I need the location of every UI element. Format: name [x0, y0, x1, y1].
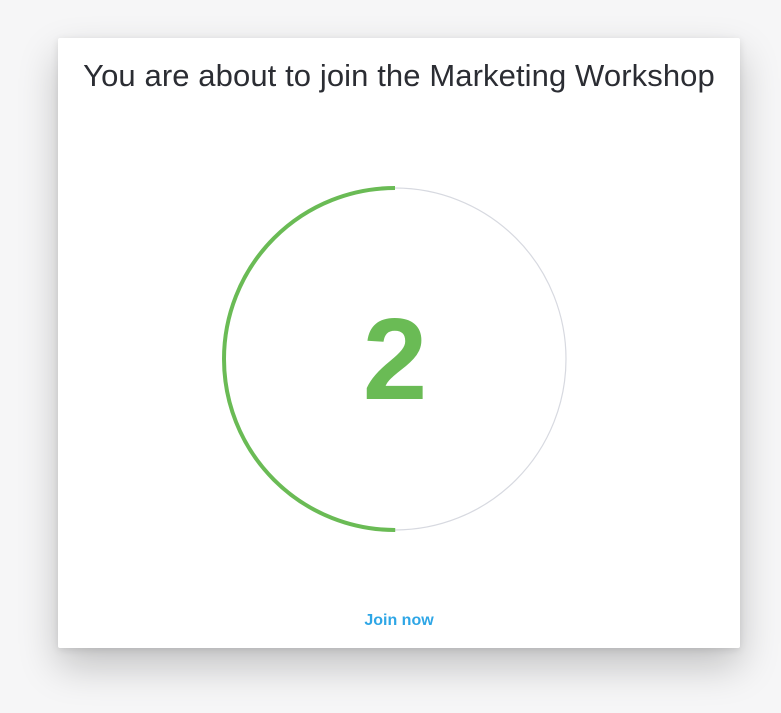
join-now-link[interactable]: Join now	[58, 612, 740, 630]
countdown-ring: 2	[222, 186, 568, 532]
page-background: You are about to join the Marketing Work…	[0, 0, 781, 713]
countdown-number: 2	[362, 294, 428, 424]
dialog-title: You are about to join the Marketing Work…	[83, 58, 715, 93]
join-countdown-dialog: You are about to join the Marketing Work…	[58, 38, 740, 648]
